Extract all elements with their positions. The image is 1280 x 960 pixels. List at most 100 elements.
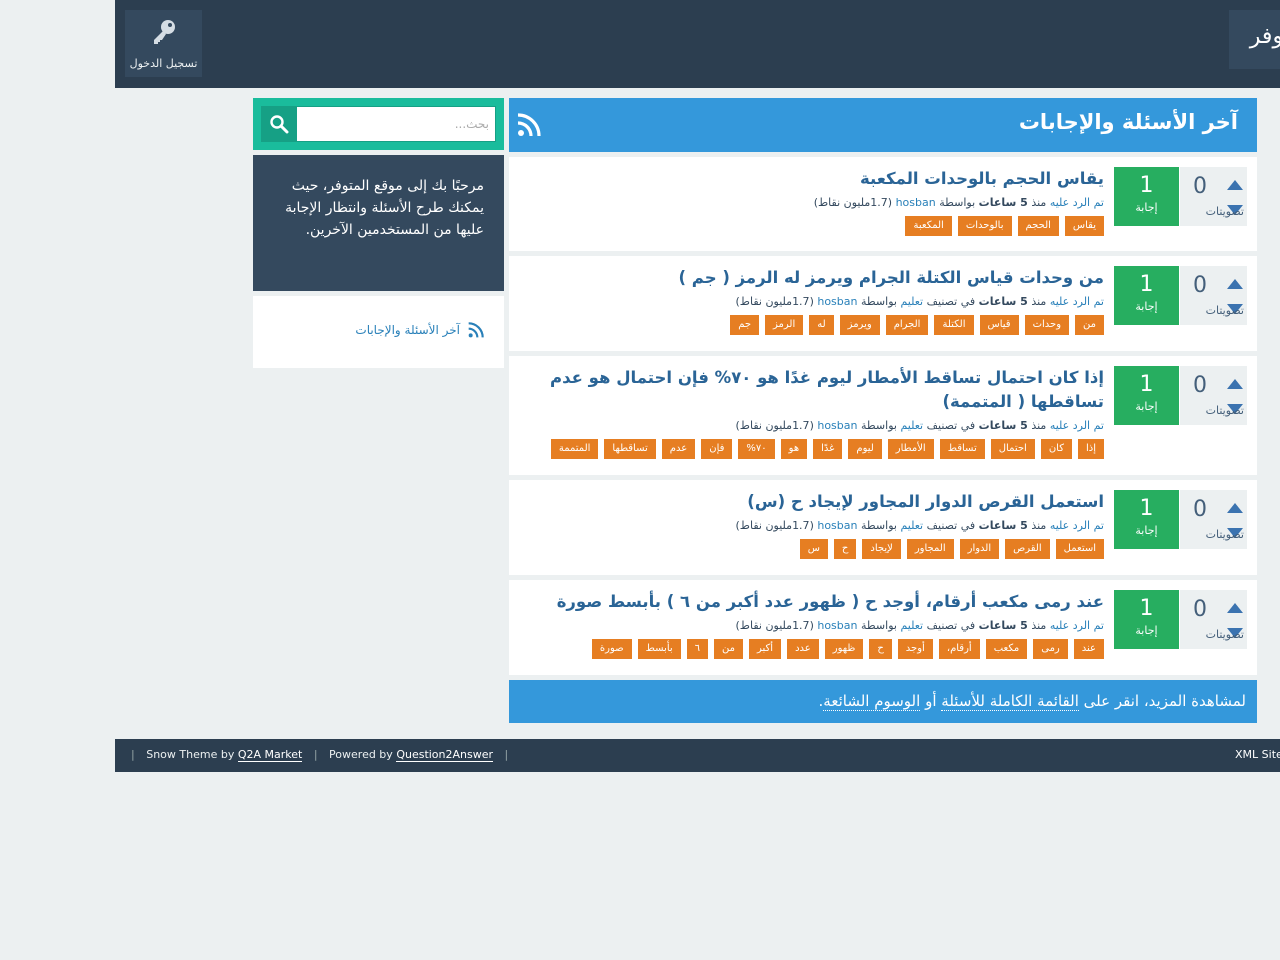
- user-link[interactable]: hosban: [817, 419, 857, 432]
- tag-button[interactable]: تساقط: [939, 439, 985, 459]
- question-meta: تم الرد عليه منذ 5 ساعات في تصنيف تعليم …: [529, 294, 1105, 310]
- feed-link[interactable]: آخر الأسئلة والإجابات: [355, 322, 484, 338]
- tag-button[interactable]: له: [809, 315, 834, 335]
- tag-button[interactable]: الكتلة: [934, 315, 974, 335]
- category-link[interactable]: تعليم: [900, 619, 923, 632]
- category-link[interactable]: تعليم: [900, 295, 923, 308]
- tag-button[interactable]: ح: [833, 539, 857, 559]
- tag-button[interactable]: هو: [780, 439, 808, 459]
- user-link[interactable]: hosban: [817, 295, 857, 308]
- search-button[interactable]: [261, 106, 296, 142]
- category-link[interactable]: تعليم: [900, 419, 923, 432]
- question-title-link[interactable]: من وحدات قياس الكتلة الجرام ويرمز له الر…: [529, 266, 1104, 290]
- question-title-link[interactable]: يقاس الحجم بالوحدات المكعبة: [529, 167, 1104, 191]
- rss-feed-icon[interactable]: [517, 113, 541, 137]
- answer-count-box: 1 إجابة: [1114, 490, 1179, 549]
- tag-button[interactable]: ليوم: [848, 439, 882, 459]
- question-title-link[interactable]: إذا كان احتمال تساقط الأمطار ليوم غدًا ه…: [529, 366, 1104, 414]
- popular-tags-link[interactable]: الوسوم الشائعة: [823, 692, 921, 711]
- site-logo-text: المتوفر: [1249, 24, 1280, 49]
- meta-time: 5 ساعات: [978, 196, 1028, 209]
- tag-button[interactable]: رمى: [1033, 639, 1068, 659]
- all-questions-link[interactable]: القائمة الكاملة للأسئلة: [941, 692, 1079, 711]
- welcome-text: مرحبًا بك إلى موقع المتوفر، حيث يمكنك طر…: [285, 178, 484, 238]
- site-logo[interactable]: المتوفر: [1229, 10, 1280, 69]
- tag-button[interactable]: استعمل: [1055, 539, 1104, 559]
- vote-up-icon[interactable]: [1227, 180, 1243, 190]
- login-button[interactable]: تسجيل الدخول: [125, 10, 202, 77]
- answer-label: إجابة: [1135, 400, 1158, 413]
- tag-button[interactable]: مكعب: [985, 639, 1028, 659]
- answered-link[interactable]: تم الرد عليه: [1050, 419, 1104, 432]
- user-link[interactable]: hosban: [896, 196, 936, 209]
- meta-by: بواسطة: [861, 295, 897, 308]
- tag-button[interactable]: لإيجاد: [862, 539, 901, 559]
- tag-button[interactable]: الرمز: [765, 315, 804, 335]
- tag-button[interactable]: عدم: [661, 439, 696, 459]
- tag-button[interactable]: ٦: [686, 639, 709, 659]
- tag-button[interactable]: المجاور: [906, 539, 954, 559]
- search-input[interactable]: [296, 106, 496, 142]
- category-link[interactable]: تعليم: [900, 519, 923, 532]
- answered-link[interactable]: تم الرد عليه: [1050, 619, 1104, 632]
- vote-box: 0 تصويتات: [1180, 590, 1247, 649]
- answered-link[interactable]: تم الرد عليه: [1050, 295, 1104, 308]
- vote-count: 0: [1193, 373, 1207, 398]
- tag-button[interactable]: ظهور: [824, 639, 864, 659]
- answered-link[interactable]: تم الرد عليه: [1050, 519, 1104, 532]
- tag-button[interactable]: بأبسط: [637, 639, 681, 659]
- vote-up-icon[interactable]: [1227, 379, 1243, 389]
- theme-prefix: Snow Theme by: [146, 748, 235, 761]
- tag-button[interactable]: كان: [1040, 439, 1072, 459]
- tag-button[interactable]: الجرام: [885, 315, 929, 335]
- vote-label: تصويتات: [1205, 304, 1244, 317]
- login-label: تسجيل الدخول: [129, 57, 198, 70]
- tag-button[interactable]: عدد: [787, 639, 819, 659]
- answered-link[interactable]: تم الرد عليه: [1050, 196, 1104, 209]
- tag-button[interactable]: من: [714, 639, 743, 659]
- footer-separator: |: [313, 748, 318, 761]
- tag-button[interactable]: أرقام،: [938, 639, 980, 659]
- tag-button[interactable]: قياس: [979, 315, 1019, 335]
- tag-button[interactable]: تساقطها: [604, 439, 656, 459]
- tag-button[interactable]: من: [1075, 315, 1104, 335]
- user-link[interactable]: hosban: [817, 519, 857, 532]
- tag-button[interactable]: الدوار: [959, 539, 1000, 559]
- vote-up-icon[interactable]: [1227, 503, 1243, 513]
- vote-up-icon[interactable]: [1227, 603, 1243, 613]
- user-link[interactable]: hosban: [817, 619, 857, 632]
- tag-button[interactable]: غدًا: [813, 439, 843, 459]
- answer-count-box: 1 إجابة: [1114, 167, 1179, 226]
- vote-label: تصويتات: [1205, 628, 1244, 641]
- tag-button[interactable]: وحدات: [1024, 315, 1070, 335]
- question-title-link[interactable]: استعمل القرص الدوار المجاور لإيجاد ح (س): [529, 490, 1104, 514]
- tag-button[interactable]: يقاس: [1064, 216, 1104, 236]
- tag-button[interactable]: الحجم: [1017, 216, 1059, 236]
- xml-sitemap-link[interactable]: XML Sitemap: [1235, 748, 1280, 761]
- meta-time: 5 ساعات: [978, 619, 1028, 632]
- tag-button[interactable]: س: [799, 539, 828, 559]
- tag-button[interactable]: بالوحدات: [957, 216, 1012, 236]
- tag-button[interactable]: ٧٠%: [738, 439, 775, 459]
- tag-button[interactable]: أوجد: [897, 639, 933, 659]
- tag-button[interactable]: ح: [869, 639, 892, 659]
- tag-button[interactable]: احتمال: [990, 439, 1035, 459]
- meta-since: منذ: [1031, 619, 1047, 632]
- tag-button[interactable]: فإن: [701, 439, 733, 459]
- tag-button[interactable]: المتممة: [550, 439, 599, 459]
- vote-count: 0: [1193, 273, 1207, 298]
- tag-button[interactable]: إذا: [1077, 439, 1104, 459]
- tag-button[interactable]: المكعبة: [905, 216, 952, 236]
- question2answer-link[interactable]: Question2Answer: [396, 748, 494, 762]
- footer-separator: |: [504, 748, 509, 761]
- tag-button[interactable]: ويرمز: [839, 315, 880, 335]
- tag-button[interactable]: القرص: [1005, 539, 1050, 559]
- q2a-market-link[interactable]: Q2A Market: [237, 748, 303, 762]
- tag-button[interactable]: الأمطار: [887, 439, 934, 459]
- vote-up-icon[interactable]: [1227, 279, 1243, 289]
- tag-button[interactable]: عند: [1073, 639, 1104, 659]
- question-title-link[interactable]: عند رمى مكعب أرقام، أوجد ح ( ظهور عدد أك…: [529, 590, 1104, 614]
- tag-button[interactable]: أكبر: [749, 639, 782, 659]
- tag-button[interactable]: صورة: [591, 639, 632, 659]
- tag-button[interactable]: جم: [730, 315, 760, 335]
